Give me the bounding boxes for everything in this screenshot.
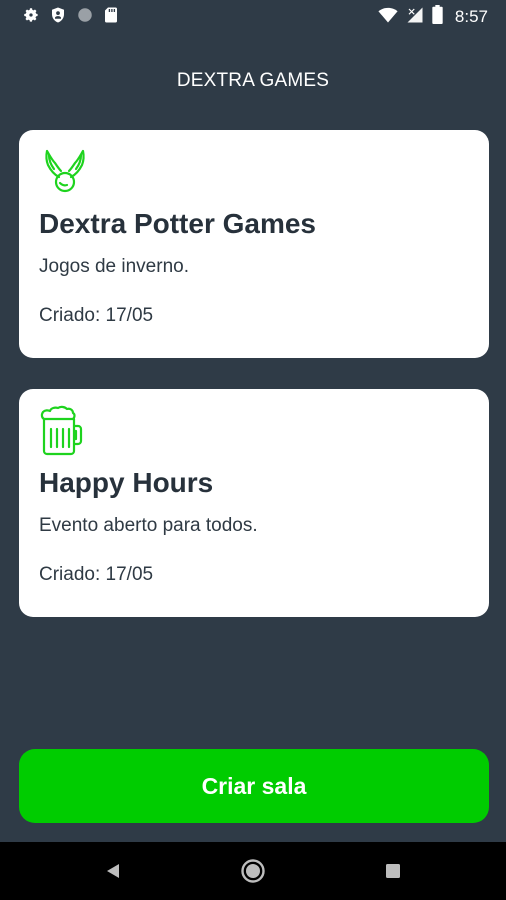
status-bar: 8:57 — [0, 0, 506, 32]
room-created-date: Criado: 17/05 — [39, 305, 154, 326]
sd-card-icon — [103, 6, 119, 29]
signal-icon — [406, 6, 424, 29]
status-left-icons — [22, 6, 119, 29]
room-card-dextra-potter-games[interactable]: Dextra Potter Games Jogos de inverno. Cr… — [19, 130, 489, 358]
room-title: Happy Hours — [39, 467, 214, 498]
create-room-button[interactable]: Criar sala — [19, 749, 489, 823]
room-created-date: Criado: 17/05 — [39, 564, 154, 585]
room-description: Evento aberto para todos. — [39, 515, 258, 536]
back-button[interactable] — [98, 856, 128, 886]
recents-button[interactable] — [378, 856, 408, 886]
circle-icon — [76, 6, 94, 29]
room-title: Dextra Potter Games — [39, 208, 317, 239]
shield-icon — [49, 6, 67, 29]
home-button[interactable] — [238, 856, 268, 886]
status-right-icons: 8:57 — [378, 5, 488, 29]
gear-icon — [22, 6, 40, 29]
room-card-happy-hours[interactable]: Happy Hours Evento aberto para todos. Cr… — [19, 389, 489, 617]
room-description: Jogos de inverno. — [39, 256, 189, 277]
battery-icon — [432, 5, 443, 29]
clock: 8:57 — [454, 7, 488, 26]
golden-snitch-icon — [38, 146, 92, 201]
navigation-bar — [0, 842, 506, 900]
wifi-icon — [378, 6, 398, 29]
beer-mug-icon — [38, 405, 84, 462]
page-title: DEXTRA GAMES — [176, 70, 330, 91]
